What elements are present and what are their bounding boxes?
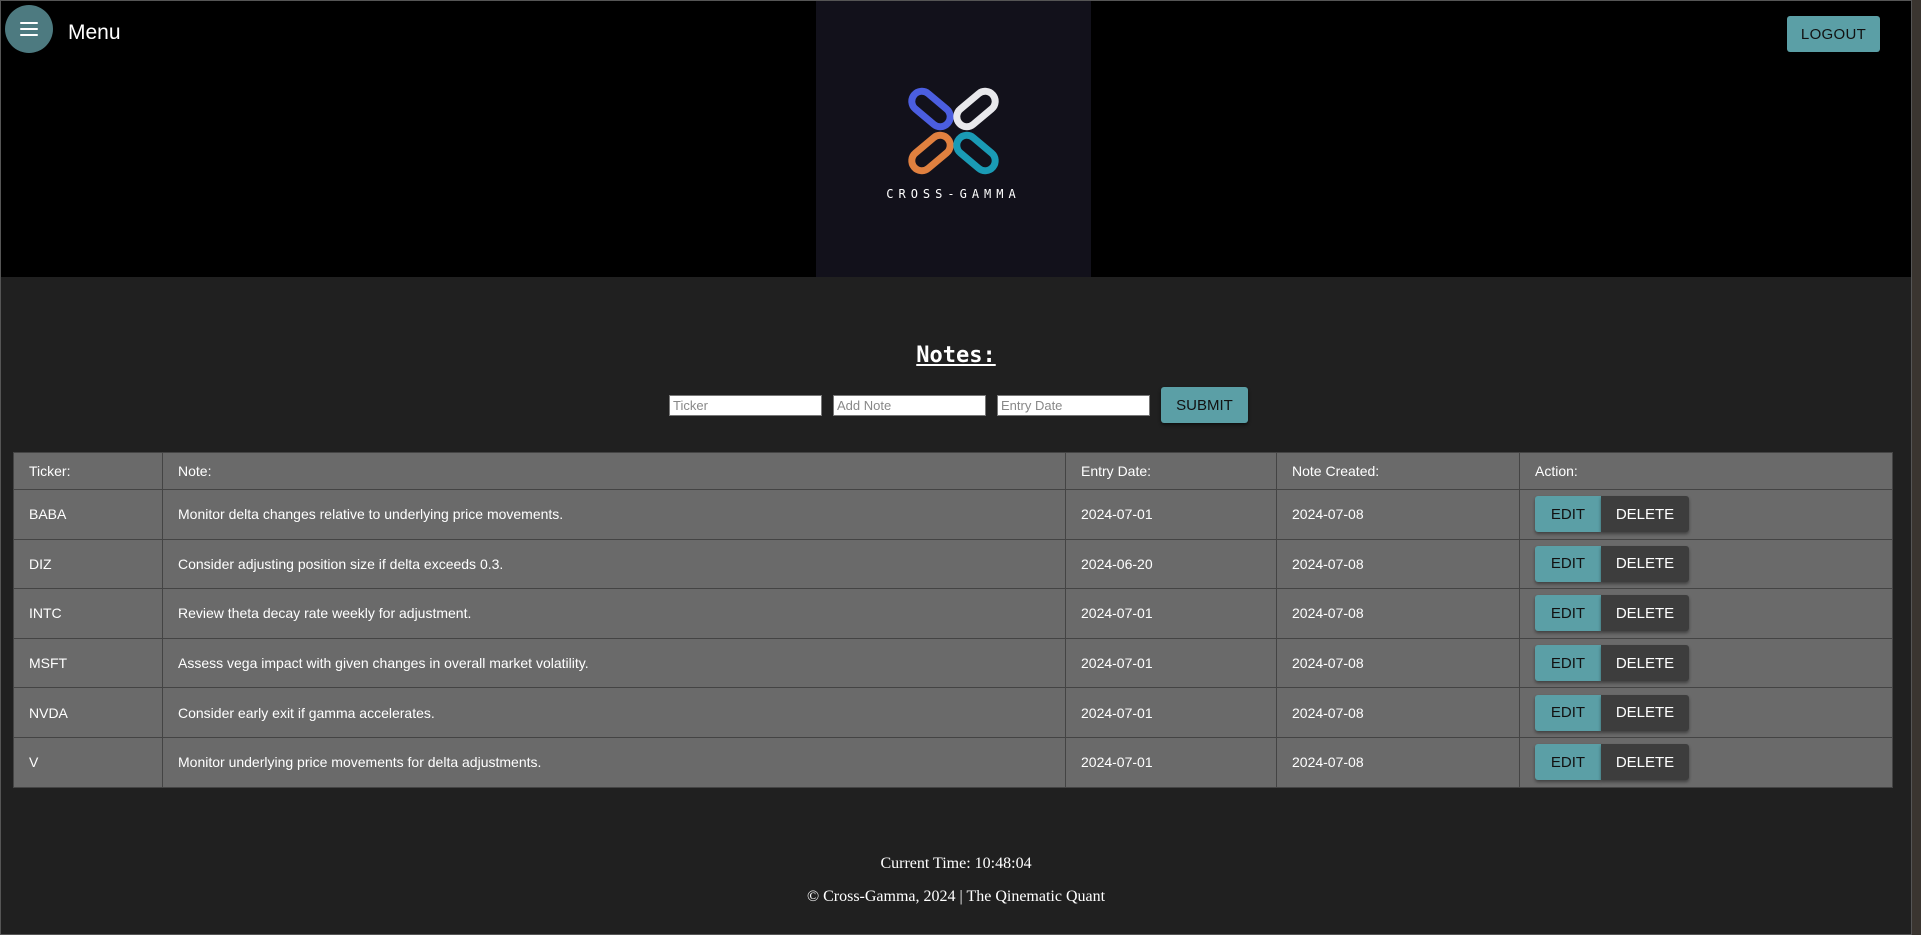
copyright-text: © Cross-Gamma, 2024 | The Qinematic Quan… xyxy=(806,888,1106,905)
note-cell: Review theta decay rate weekly for adjus… xyxy=(162,588,1066,639)
app-window: Menu CROSS-GAMMA LOGOUT Notes: SUBMIT Ti… xyxy=(0,0,1912,935)
cross-gamma-logo xyxy=(908,87,999,175)
action-cell: EDIT DELETE xyxy=(1519,687,1893,738)
edit-button[interactable]: EDIT xyxy=(1535,645,1601,682)
edit-button[interactable]: EDIT xyxy=(1535,545,1601,582)
table-header-row: Ticker: Note: Entry Date: Note Created: … xyxy=(13,452,1893,490)
header-note-created: Note Created: xyxy=(1276,452,1520,490)
entry-date-cell: 2024-07-01 xyxy=(1065,637,1277,689)
delete-button[interactable]: DELETE xyxy=(1601,595,1689,632)
entry-date-cell: 2024-07-01 xyxy=(1065,736,1277,788)
edit-button[interactable]: EDIT xyxy=(1535,694,1601,731)
entry-date-cell: 2024-07-01 xyxy=(1065,489,1277,540)
submit-button[interactable]: SUBMIT xyxy=(1161,387,1248,423)
menu-label: Menu xyxy=(68,21,121,44)
action-cell: EDIT DELETE xyxy=(1519,538,1893,590)
delete-button[interactable]: DELETE xyxy=(1601,645,1689,682)
notes-title: Notes: xyxy=(916,343,996,368)
ticker-cell: V xyxy=(13,736,163,788)
table-row: V Monitor underlying price movements for… xyxy=(13,736,1893,788)
header-entry-date: Entry Date: xyxy=(1065,452,1277,490)
header-banner: Menu CROSS-GAMMA LOGOUT xyxy=(1,1,1911,277)
action-cell: EDIT DELETE xyxy=(1519,736,1893,788)
action-cell: EDIT DELETE xyxy=(1519,489,1893,540)
ticker-input[interactable] xyxy=(669,394,822,416)
header-ticker: Ticker: xyxy=(13,452,163,490)
header-action: Action: xyxy=(1519,452,1893,490)
delete-button[interactable]: DELETE xyxy=(1601,694,1689,731)
table-row: INTC Review theta decay rate weekly for … xyxy=(13,588,1893,639)
created-cell: 2024-07-08 xyxy=(1276,687,1520,738)
action-cell: EDIT DELETE xyxy=(1519,637,1893,689)
ticker-cell: MSFT xyxy=(13,637,163,689)
action-cell: EDIT DELETE xyxy=(1519,588,1893,639)
logout-button[interactable]: LOGOUT xyxy=(1787,16,1880,52)
ticker-cell: NVDA xyxy=(13,687,163,738)
edit-button[interactable]: EDIT xyxy=(1535,595,1601,632)
add-note-input[interactable] xyxy=(833,394,986,416)
entry-date-cell: 2024-07-01 xyxy=(1065,687,1277,738)
delete-button[interactable]: DELETE xyxy=(1601,744,1689,781)
add-note-form: SUBMIT xyxy=(669,387,1248,423)
entry-date-cell: 2024-07-01 xyxy=(1065,588,1277,639)
delete-button[interactable]: DELETE xyxy=(1601,496,1689,533)
entry-date-input[interactable] xyxy=(997,394,1150,416)
ticker-cell: INTC xyxy=(13,588,163,639)
table-row: NVDA Consider early exit if gamma accele… xyxy=(13,687,1893,738)
header-note: Note: xyxy=(162,452,1066,490)
hamburger-icon xyxy=(20,22,38,36)
logo-panel: CROSS-GAMMA xyxy=(816,1,1091,277)
note-cell: Assess vega impact with given changes in… xyxy=(162,637,1066,689)
created-cell: 2024-07-08 xyxy=(1276,637,1520,689)
created-cell: 2024-07-08 xyxy=(1276,588,1520,639)
current-time: Current Time: 10:48:04 xyxy=(880,855,1032,872)
note-cell: Consider adjusting position size if delt… xyxy=(162,538,1066,590)
edit-button[interactable]: EDIT xyxy=(1535,496,1601,533)
ticker-cell: BABA xyxy=(13,489,163,540)
edit-button[interactable]: EDIT xyxy=(1535,744,1601,781)
logo-wordmark: CROSS-GAMMA xyxy=(886,187,1021,201)
logo-link-white xyxy=(953,87,999,131)
note-cell: Monitor underlying price movements for d… xyxy=(162,736,1066,788)
logo-link-orange xyxy=(908,131,954,175)
created-cell: 2024-07-08 xyxy=(1276,736,1520,788)
table-row: MSFT Assess vega impact with given chang… xyxy=(13,637,1893,689)
note-cell: Monitor delta changes relative to underl… xyxy=(162,489,1066,540)
logo-link-teal xyxy=(953,131,999,175)
table-row: BABA Monitor delta changes relative to u… xyxy=(13,489,1893,540)
created-cell: 2024-07-08 xyxy=(1276,538,1520,590)
menu-button[interactable] xyxy=(5,5,53,53)
delete-button[interactable]: DELETE xyxy=(1601,545,1689,582)
table-row: DIZ Consider adjusting position size if … xyxy=(13,538,1893,590)
entry-date-cell: 2024-06-20 xyxy=(1065,538,1277,590)
logo-link-blue xyxy=(908,87,954,131)
note-cell: Consider early exit if gamma accelerates… xyxy=(162,687,1066,738)
notes-table: Ticker: Note: Entry Date: Note Created: … xyxy=(13,452,1893,788)
created-cell: 2024-07-08 xyxy=(1276,489,1520,540)
ticker-cell: DIZ xyxy=(13,538,163,590)
